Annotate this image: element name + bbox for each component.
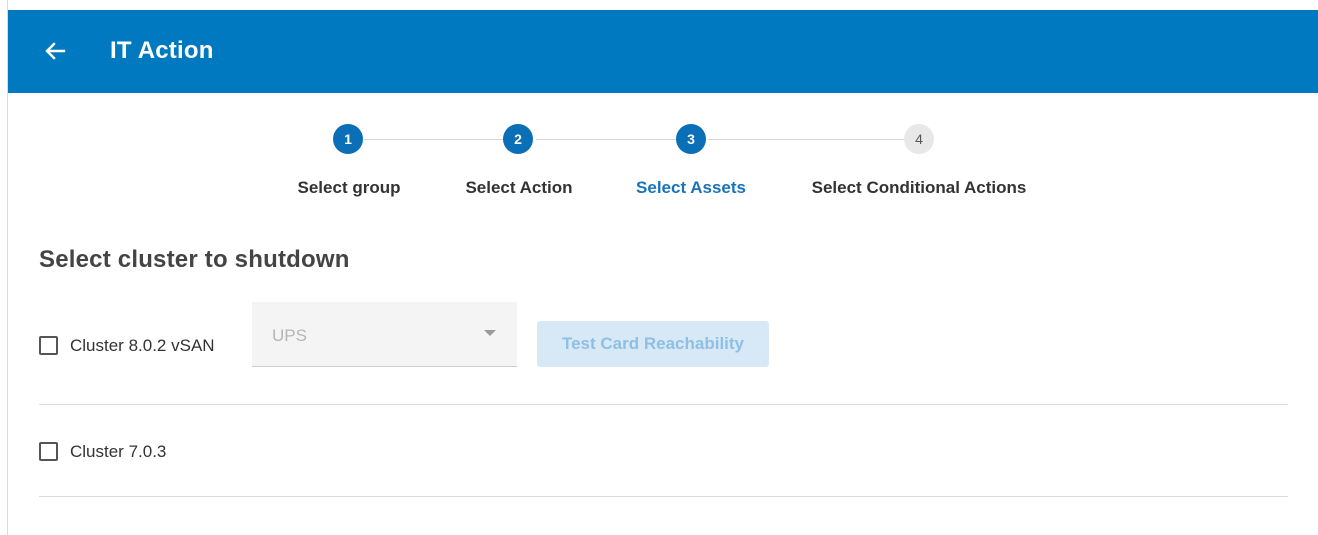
- step-connector: [364, 139, 504, 140]
- stepper: 1 2 3 4 Select group Select Action Selec…: [0, 122, 1318, 212]
- step-4-circle[interactable]: 4: [904, 124, 934, 154]
- cluster-2-checkbox[interactable]: [39, 442, 58, 461]
- ups-select-value: UPS: [272, 326, 307, 345]
- step-3-label[interactable]: Select Assets: [636, 178, 746, 198]
- step-4-label[interactable]: Select Conditional Actions: [812, 178, 1027, 198]
- row-divider: [39, 404, 1288, 405]
- cluster-1-label[interactable]: Cluster 8.0.2 vSAN: [70, 336, 215, 356]
- step-3-circle[interactable]: 3: [676, 124, 706, 154]
- step-connector: [708, 139, 904, 140]
- chevron-down-icon: [484, 330, 496, 336]
- step-1-label[interactable]: Select group: [298, 178, 401, 198]
- window-left-edge: [0, 0, 8, 535]
- step-2-circle[interactable]: 2: [503, 124, 533, 154]
- step-1-circle[interactable]: 1: [333, 124, 363, 154]
- section-title: Select cluster to shutdown: [39, 246, 350, 273]
- test-card-reachability-button[interactable]: Test Card Reachability: [537, 321, 769, 367]
- cluster-1-checkbox[interactable]: [39, 336, 58, 355]
- page-title: IT Action: [110, 37, 214, 64]
- step-2-label[interactable]: Select Action: [465, 178, 572, 198]
- arrow-left-icon[interactable]: [44, 40, 66, 62]
- step-connector: [536, 139, 676, 140]
- cluster-2-label[interactable]: Cluster 7.0.3: [70, 442, 166, 462]
- ups-select[interactable]: UPS: [252, 302, 517, 367]
- row-divider: [39, 496, 1288, 497]
- app-header: IT Action: [8, 10, 1318, 93]
